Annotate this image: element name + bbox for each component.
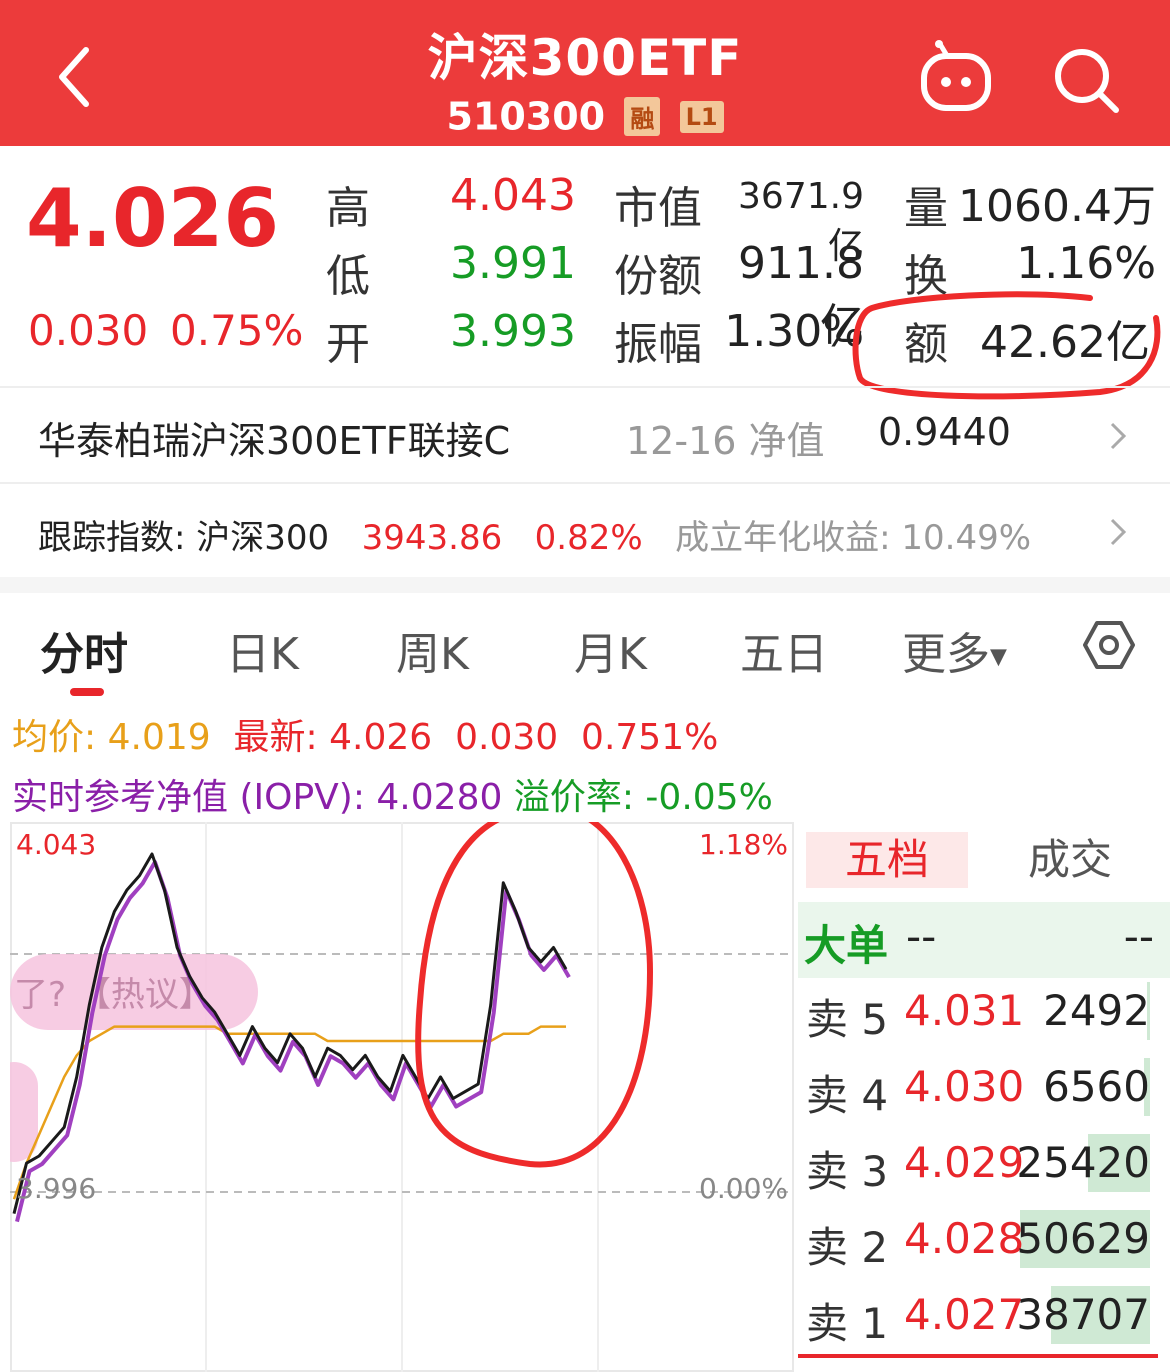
order-book: 五档 成交 大单 -- -- 卖 5 4.031 2492 卖 4 4.030 …: [798, 826, 1170, 1372]
ask-price: 4.029: [904, 1138, 1025, 1187]
tab-intraday[interactable]: 分时: [40, 618, 128, 682]
y-min-label: 3.996: [16, 1172, 96, 1205]
stock-code-row: 510300 融 L1: [0, 92, 1170, 139]
latest-value: 4.026: [329, 717, 433, 758]
nav-label: 12-16 净值: [626, 419, 825, 463]
level-badge: L1: [679, 100, 724, 133]
tab-weekly-k[interactable]: 周K: [396, 618, 469, 682]
volume-value: 1060.4万: [958, 181, 1156, 232]
y-max-label: 4.043: [16, 828, 96, 861]
settings-icon[interactable]: [1082, 618, 1136, 672]
ask-label: 卖 5: [806, 995, 889, 1044]
caret-down-icon: ▼: [990, 644, 1007, 670]
price-line: [12, 852, 568, 1214]
chevron-right-icon[interactable]: [1106, 418, 1130, 454]
linked-fund-name[interactable]: 华泰柏瑞沪深300ETF联接C: [38, 410, 510, 465]
ask-qty: 2492: [1043, 986, 1150, 1035]
ask-price: 4.031: [904, 986, 1025, 1035]
open-label: 开: [326, 319, 370, 370]
pct-min-label: 0.00%: [699, 1172, 788, 1205]
active-tab-indicator: [70, 688, 104, 696]
chart-info-line1: 均价: 4.019 最新: 4.026 0.030 0.751%: [12, 708, 718, 760]
volume-label: 量: [904, 183, 948, 234]
top-bar: 沪深300ETF 510300 融 L1: [0, 0, 1170, 146]
tab-monthly-k[interactable]: 月K: [574, 618, 647, 682]
ask-qty: 25420: [1016, 1138, 1150, 1187]
tab-five-day[interactable]: 五日: [740, 618, 828, 682]
ask-price: 4.030: [904, 1062, 1025, 1111]
page-title: 沪深300ETF: [427, 29, 743, 87]
ask-label: 卖 2: [806, 1223, 889, 1272]
index-value: 3943.86: [361, 518, 503, 558]
annual-return: 成立年化收益: 10.49%: [675, 518, 1032, 558]
big-order-value: --: [906, 912, 937, 961]
open-value: 3.993: [450, 306, 576, 357]
amp-label: 振幅: [614, 319, 702, 370]
ask-row: 卖 1 4.027 38707: [798, 1280, 1170, 1350]
latest-label: 最新:: [233, 717, 318, 758]
ask-row: 卖 5 4.031 2492: [798, 976, 1170, 1046]
tab-more[interactable]: 更多▼: [902, 618, 1007, 682]
pct-max-label: 1.18%: [699, 828, 788, 861]
index-pct: 0.82%: [534, 518, 643, 558]
ask-price: 4.027: [904, 1290, 1025, 1339]
ask-label: 卖 4: [806, 1071, 889, 1120]
latest-pct: 0.751%: [581, 717, 719, 758]
price-change-pct: 0.75%: [170, 306, 304, 355]
margin-badge: 融: [624, 97, 661, 136]
intraday-chart[interactable]: 了? 【热议】 4.043 3.996 1.18% 0.00%: [10, 822, 794, 1372]
high-label: 高: [326, 183, 370, 234]
tracking-label: 跟踪指数: 沪深300: [38, 518, 330, 558]
chart-info-line2: 实时参考净值 (IOPV): 4.0280 溢价率: -0.05%: [12, 768, 773, 820]
ask-label: 卖 3: [806, 1147, 889, 1196]
ask-qty: 38707: [1016, 1290, 1150, 1339]
tab-trades[interactable]: 成交: [1028, 832, 1112, 888]
ask-label: 卖 1: [806, 1299, 889, 1348]
premium-value: -0.05%: [645, 777, 773, 818]
tab-more-label: 更多: [902, 629, 990, 680]
book-divider: [798, 1354, 1158, 1358]
chevron-right-icon[interactable]: [1106, 514, 1130, 550]
ask-qty: 6560: [1043, 1062, 1150, 1111]
avg-value: 4.019: [107, 717, 211, 758]
search-icon[interactable]: [1050, 44, 1122, 116]
high-value: 4.043: [450, 170, 576, 221]
last-price: 4.026: [26, 172, 280, 265]
stock-code: 510300: [446, 94, 606, 139]
price-change: 0.030: [28, 306, 149, 355]
hot-topic-text: 了? 【热议】: [14, 975, 213, 1015]
big-order-row: 大单 -- --: [798, 902, 1170, 978]
avg-label: 均价:: [12, 717, 97, 758]
shares-label: 份额: [614, 251, 702, 302]
ask-row: 卖 3 4.029 25420: [798, 1128, 1170, 1198]
premium-label: 溢价率:: [513, 777, 634, 818]
iopv-value: 4.0280: [376, 777, 503, 818]
ask-row: 卖 4 4.030 6560: [798, 1052, 1170, 1122]
tab-five-levels[interactable]: 五档: [806, 832, 968, 888]
ask-price: 4.028: [904, 1214, 1025, 1263]
mktcap-label: 市值: [614, 183, 702, 234]
turnover-value: 1.16%: [1016, 238, 1156, 289]
iopv-label: 实时参考净值 (IOPV):: [12, 777, 365, 818]
hand-drawn-circle: [415, 822, 654, 1168]
big-order-label: 大单: [804, 921, 889, 970]
latest-change: 0.030: [455, 717, 559, 758]
tracking-info[interactable]: 跟踪指数: 沪深300 3943.86 0.82% 成立年化收益: 10.49%: [38, 510, 1031, 559]
section-divider: [0, 577, 1170, 593]
robot-icon[interactable]: [918, 40, 994, 116]
low-value: 3.991: [450, 238, 576, 289]
amp-value: 1.30%: [724, 306, 864, 357]
ask-row: 卖 2 4.028 50629: [798, 1204, 1170, 1274]
ask-qty: 50629: [1016, 1214, 1150, 1263]
low-label: 低: [326, 251, 370, 302]
nav-value: 0.9440: [878, 410, 1011, 454]
big-order-value2: --: [1123, 912, 1154, 961]
tab-daily-k[interactable]: 日K: [226, 618, 299, 682]
